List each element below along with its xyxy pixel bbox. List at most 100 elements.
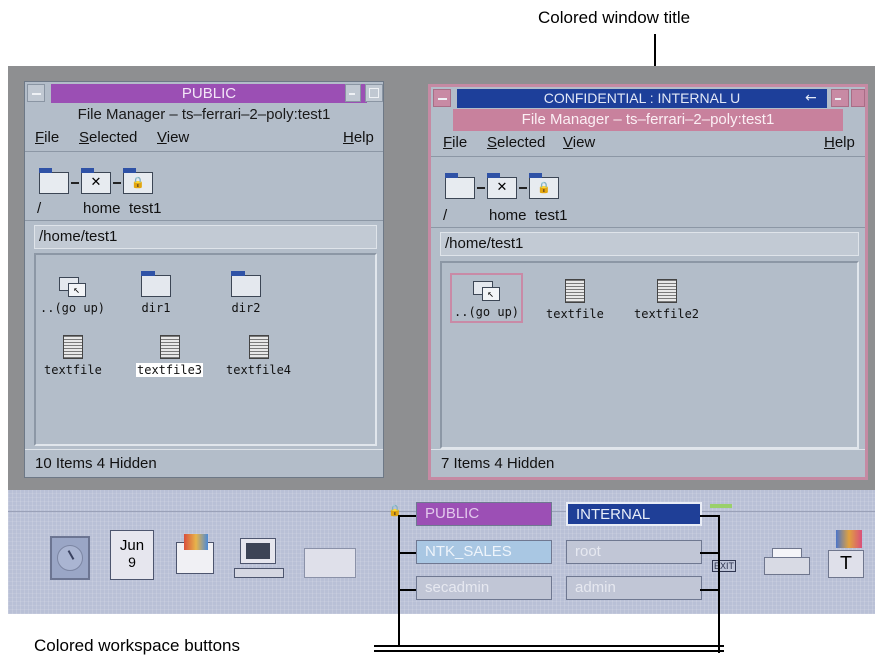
workspace-button-ntk-sales[interactable]: NTK_SALES [416, 540, 552, 564]
path-field[interactable]: /home/test1 [440, 232, 859, 256]
path-root-folder-icon[interactable] [445, 173, 475, 199]
path-field[interactable]: /home/test1 [34, 225, 377, 249]
workspace-button-root[interactable]: root [566, 540, 702, 564]
workspace-button-admin[interactable]: admin [566, 576, 702, 600]
file-name-selected: textfile3 [136, 363, 204, 377]
file-name: textfile [546, 307, 604, 321]
maximize-button[interactable] [851, 89, 865, 107]
menu-bar: File Selected View Help [431, 131, 865, 155]
file-item-dir1[interactable]: dir1 [136, 271, 176, 315]
workspace-button-internal[interactable]: INTERNAL [566, 502, 702, 526]
window-titlebar[interactable]: PUBLIC [25, 82, 383, 104]
go-up-icon: ↖ [472, 279, 501, 301]
calendar-month: Jun [119, 537, 145, 554]
path-root: / [37, 200, 42, 217]
menu-view[interactable]: View [157, 126, 189, 150]
file-pane[interactable]: ↖ ..(go up) textfile textfile2 [440, 261, 859, 449]
path-connector [71, 182, 79, 184]
file-item-textfile3[interactable]: textfile3 [136, 335, 204, 377]
printer-icon[interactable] [764, 548, 810, 576]
path-locked-folder-icon[interactable]: 🔒 [123, 168, 153, 194]
minimize-button[interactable] [345, 84, 361, 102]
folder-icon [231, 271, 261, 297]
path-leaf: test1 [535, 207, 568, 224]
window-title: File Manager – ts–ferrari–2–poly:test1 [77, 106, 331, 123]
workspace-button-secadmin[interactable]: secadmin [416, 576, 552, 600]
path-home-folder-icon[interactable]: ✕ [487, 173, 517, 199]
window-menu-button[interactable] [433, 89, 451, 107]
callout-tick [700, 589, 720, 591]
callout-tick [700, 552, 720, 554]
menu-file[interactable]: File [443, 131, 467, 155]
path-connector [113, 182, 121, 184]
status-bar: 10 Items 4 Hidden [25, 449, 383, 477]
path-connector [477, 187, 485, 189]
calendar-day: 9 [128, 554, 136, 570]
path-connector [519, 187, 527, 189]
file-name: ..(go up) [40, 301, 106, 315]
callout-bracket-left [398, 515, 400, 647]
status-bar: 7 Items 4 Hidden [431, 449, 865, 477]
path-root: / [443, 207, 448, 224]
file-item-go-up[interactable]: ↖ ..(go up) [450, 273, 524, 323]
busy-indicator [710, 504, 732, 508]
path-home-folder-icon[interactable]: ✕ [81, 168, 111, 194]
go-up-icon: ↖ [58, 275, 87, 297]
maximize-button[interactable] [365, 84, 383, 102]
file-manager-window-public[interactable]: PUBLIC File Manager – ts–ferrari–2–poly:… [24, 81, 384, 478]
file-item-textfile2[interactable]: textfile2 [634, 279, 699, 321]
callout-tick [398, 589, 416, 591]
callout-tick [700, 515, 720, 517]
workspace-button-public[interactable]: PUBLIC [416, 502, 552, 526]
file-name: dir2 [231, 301, 261, 315]
sensitivity-label-bar: PUBLIC [51, 84, 367, 103]
folder-icon [141, 271, 171, 297]
menu-help[interactable]: Help [343, 126, 374, 150]
path-home: home [489, 207, 527, 224]
document-icon [656, 279, 677, 303]
window-title: File Manager – ts–ferrari–2–poly:test1 [453, 109, 843, 131]
menu-view[interactable]: View [563, 131, 595, 155]
calendar-icon[interactable]: Jun 9 [110, 530, 154, 580]
callout-pointer-line [374, 645, 724, 647]
file-item-textfile[interactable]: textfile [546, 279, 604, 321]
file-name: textfile2 [634, 307, 700, 321]
path-leaf: test1 [129, 200, 162, 217]
menu-selected[interactable]: Selected [79, 126, 137, 150]
style-manager-icon[interactable]: T [824, 530, 868, 580]
file-pane[interactable]: ↖ ..(go up) dir1 dir2 textfile textfile3 [34, 253, 377, 446]
path-root-folder-icon[interactable] [39, 168, 69, 194]
terminal-icon[interactable] [234, 538, 284, 580]
callout-window-title: Colored window title [538, 8, 691, 27]
callout-pointer-line [374, 650, 724, 652]
window-menu-button[interactable] [27, 84, 45, 102]
screenshot-figure: Colored window title PUBLIC File Manager… [0, 0, 875, 663]
menu-file[interactable]: File [35, 126, 59, 150]
callout-tick [398, 552, 416, 554]
mailer-icon[interactable] [304, 548, 356, 578]
file-item-textfile[interactable]: textfile [44, 335, 102, 377]
document-icon [62, 335, 83, 359]
document-icon [159, 335, 180, 359]
menu-selected[interactable]: Selected [487, 131, 545, 155]
minimize-button[interactable] [831, 89, 849, 107]
file-item-dir2[interactable]: dir2 [226, 271, 266, 315]
clock-icon[interactable] [50, 536, 90, 580]
menu-help[interactable]: Help [824, 131, 855, 155]
callout-bracket-right [718, 515, 720, 653]
file-manager-icon[interactable] [174, 534, 218, 576]
file-name: ..(go up) [454, 305, 520, 319]
file-item-go-up[interactable]: ↖ ..(go up) [40, 275, 105, 315]
document-icon [564, 279, 585, 303]
file-item-textfile4[interactable]: textfile4 [226, 335, 291, 377]
path-locked-folder-icon[interactable]: 🔒 [529, 173, 559, 199]
file-name: textfile [44, 363, 102, 377]
window-titlebar[interactable]: CONFIDENTIAL : INTERNAL U ← [431, 87, 865, 109]
sensitivity-label-bar: CONFIDENTIAL : INTERNAL U [457, 89, 827, 108]
file-name: dir1 [141, 301, 171, 315]
callout-workspace-buttons: Colored workspace buttons [34, 636, 241, 655]
scroll-left-arrow-icon[interactable]: ← [805, 90, 817, 106]
file-manager-window-confidential[interactable]: CONFIDENTIAL : INTERNAL U ← File Manager… [428, 84, 868, 480]
path-home: home [83, 200, 121, 217]
exit-button[interactable]: EXIT [712, 560, 737, 572]
